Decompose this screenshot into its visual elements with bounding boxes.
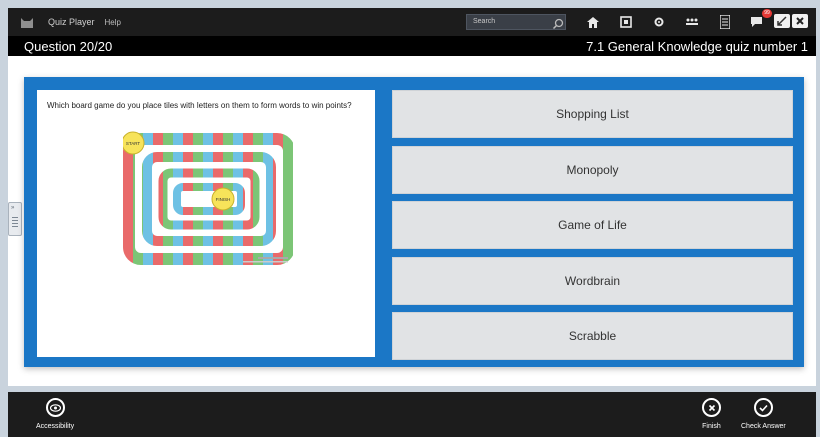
quiz-title: 7.1 General Knowledge quiz number 1: [586, 38, 808, 54]
settings-icon[interactable]: [652, 15, 666, 29]
notification-badge: 99: [762, 9, 772, 18]
top-bar: Quiz Player Help Search 99: [8, 8, 816, 36]
side-panel-toggle[interactable]: »: [8, 202, 22, 236]
app-title: Quiz Player: [48, 17, 95, 27]
board-game-image: START FINISH: [123, 131, 293, 266]
list-icon[interactable]: [718, 15, 732, 29]
help-link[interactable]: Help: [105, 18, 121, 27]
eye-icon: [45, 398, 65, 417]
answer-option-shopping-list[interactable]: Shopping List: [392, 90, 793, 138]
cat-logo-icon: [18, 13, 36, 31]
check-circle-icon: [753, 398, 773, 417]
x-circle-icon: [702, 398, 721, 417]
answer-option-wordbrain[interactable]: Wordbrain: [392, 256, 793, 305]
question-card: Which board game do you place tiles with…: [37, 90, 375, 357]
question-counter: Question 20/20: [24, 38, 113, 54]
people-icon[interactable]: [685, 15, 699, 29]
expand-arrows-icon: »: [11, 205, 15, 211]
home-icon[interactable]: [586, 15, 600, 29]
check-answer-label: Check Answer: [741, 423, 786, 430]
answer-option-scrabble[interactable]: Scrabble: [392, 312, 793, 360]
question-header: Question 20/20 7.1 General Knowledge qui…: [8, 36, 816, 56]
search-icon[interactable]: [552, 17, 564, 30]
grip-icon: [12, 217, 18, 229]
board-start-label: START: [126, 141, 141, 146]
answer-option-monopoly[interactable]: Monopoly: [392, 145, 793, 194]
finish-button[interactable]: Finish: [702, 398, 721, 430]
bottom-bar: Accessibility Finish Check Answer: [8, 392, 816, 437]
accessibility-label: Accessibility: [36, 423, 75, 430]
question-text: Which board game do you place tiles with…: [47, 101, 352, 110]
close-icon[interactable]: [792, 14, 808, 28]
accessibility-button[interactable]: Accessibility: [36, 398, 74, 430]
bookmark-icon[interactable]: [619, 15, 633, 29]
answer-option-game-of-life[interactable]: Game of Life: [392, 201, 793, 249]
search-input[interactable]: Search: [466, 14, 566, 30]
chat-icon[interactable]: [749, 15, 763, 29]
finish-label: Finish: [702, 423, 721, 430]
board-finish-label: FINISH: [216, 197, 231, 202]
answer-list: Shopping List Monopoly Game of Life Word…: [392, 90, 793, 368]
check-answer-button[interactable]: Check Answer: [741, 398, 786, 430]
minimize-icon[interactable]: [774, 14, 790, 28]
